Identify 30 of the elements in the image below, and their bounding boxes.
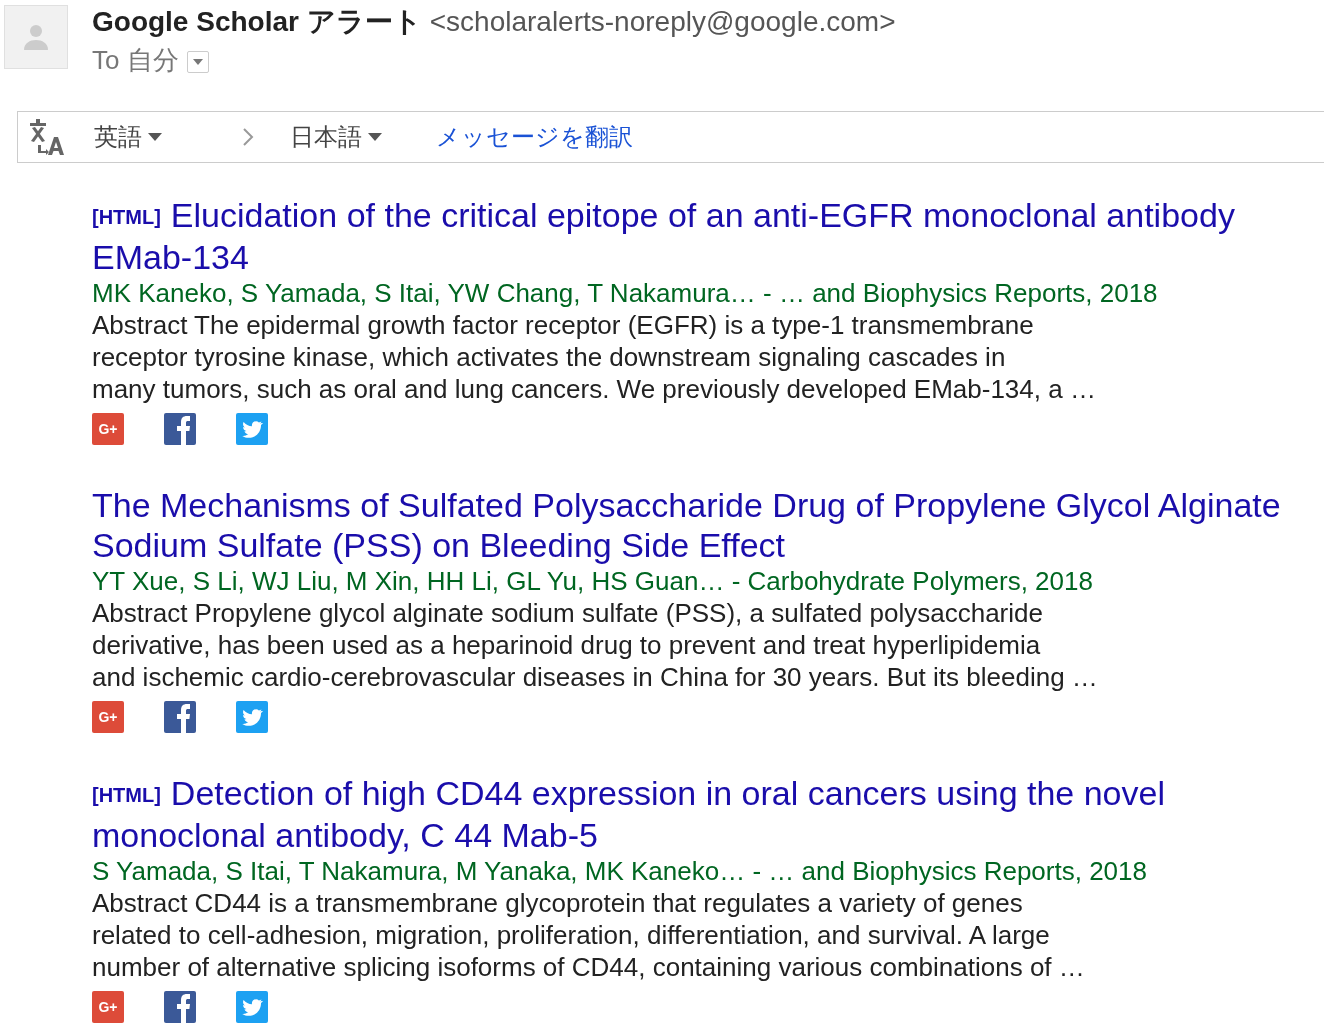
translate-message-link[interactable]: メッセージを翻訳 (436, 119, 633, 155)
google-plus-share-button[interactable]: G+ (92, 413, 124, 445)
twitter-share-icon[interactable] (236, 991, 268, 1023)
facebook-share-icon[interactable] (164, 701, 196, 733)
result-abstract: Abstract The epidermal growth factor receptor (EGFR) is a type-1 transmembrane receptor tyrosine kinase, which activates the downstream signaling cascades in many tumors, such as oral and lung cancers. We previously developed EMab-134, a … (92, 309, 1096, 405)
sender-email: <scholaralerts-noreply@google.com> (429, 5, 896, 39)
target-language-dropdown[interactable]: 日本語 (290, 119, 382, 155)
chevron-right-icon (242, 127, 254, 147)
recipient-label: To 自分 (92, 44, 179, 77)
result-authors: MK Kaneko, S Yamada, S Itai, YW Chang, T Nakamura… - … and Biophysics Reports, 2018 (92, 277, 1159, 309)
caret-icon (148, 133, 162, 141)
format-tag: [HTML] (92, 206, 161, 228)
google-plus-share-button[interactable]: G+ (92, 701, 124, 733)
caret-icon (192, 59, 203, 65)
avatar-icon (4, 5, 68, 69)
facebook-share-icon[interactable] (164, 991, 196, 1023)
result-title-link[interactable]: The Mechanisms of Sulfated Polysaccharide Drug of Propylene Glycol Alginate Sodium Sulfate (PSS) on Bleeding Side Effect (92, 485, 1304, 565)
details-dropdown[interactable] (186, 51, 209, 73)
sender-name: Google Scholar アラート (92, 5, 422, 39)
facebook-share-icon[interactable] (164, 413, 196, 445)
result-abstract: Abstract CD44 is a transmembrane glycoprotein that regulates a variety of genes related to cell-adhesion, migration, proliferation, differentiation, and survival. A large number of alternative splicing isoforms of CD44, containing various combinations of … (92, 887, 1085, 983)
twitter-share-icon[interactable] (236, 701, 268, 733)
twitter-share-icon[interactable] (236, 413, 268, 445)
google-plus-share-button[interactable]: G+ (92, 991, 124, 1023)
caret-icon (368, 133, 382, 141)
result-abstract: Abstract Propylene glycol alginate sodium sulfate (PSS), a sulfated polysaccharide derivative, has been used as a heparinoid drug to prevent and treat hyperlipidemia and ischemic cardio-cerebrovascular diseases in China for 30 years. But its bleeding … (92, 597, 1098, 693)
result-authors: YT Xue, S Li, WJ Liu, M Xin, HH Li, GL Yu, HS Guan… - Carbohydrate Polymers, 2018 (92, 565, 1094, 597)
format-tag: [HTML] (92, 784, 161, 806)
result-authors: S Yamada, S Itai, T Nakamura, M Yanaka, MK Kaneko… - … and Biophysics Reports, 2018 (92, 855, 1148, 887)
source-language-dropdown[interactable]: 英語 (94, 119, 162, 155)
